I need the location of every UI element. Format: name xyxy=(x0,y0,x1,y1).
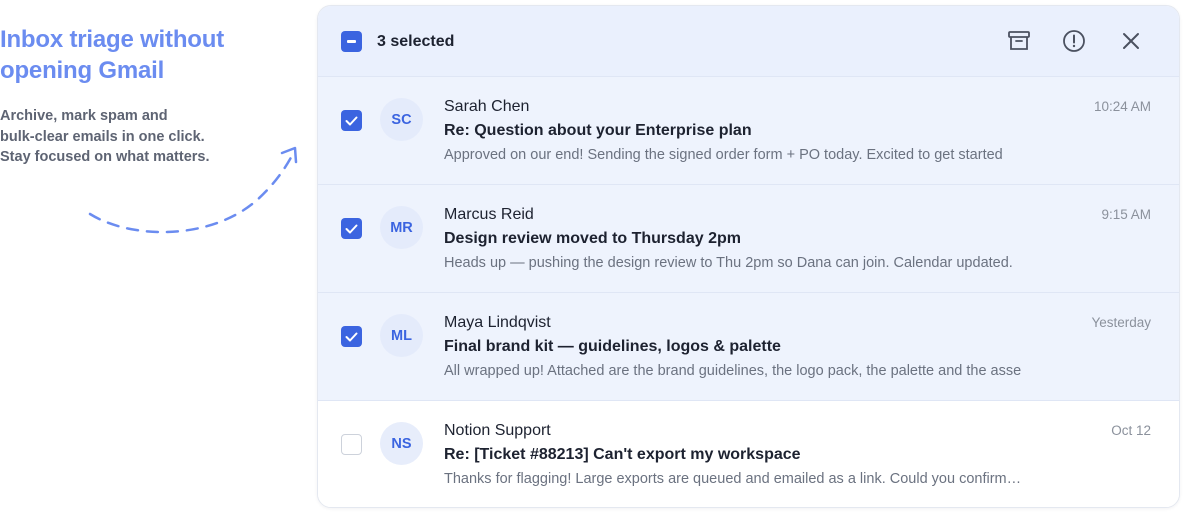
archive-icon xyxy=(1008,31,1030,50)
page: Inbox triage without opening Gmail Archi… xyxy=(0,0,1185,523)
email-subject: Design review moved to Thursday 2pm xyxy=(444,230,741,247)
avatar: ML xyxy=(380,314,423,357)
email-preview: Thanks for flagging! Large exports are q… xyxy=(444,471,1022,487)
email-row[interactable]: MR Marcus Reid Design review moved to Thur… xyxy=(318,185,1179,293)
spam-alert-icon xyxy=(1063,30,1085,52)
promo-title-line: Inbox triage without xyxy=(0,26,224,53)
email-sender: Notion Support xyxy=(444,422,551,439)
email-preview: Heads up — pushing the design review to … xyxy=(444,255,1013,271)
selection-toolbar: 3 selected xyxy=(318,6,1179,77)
indeterminate-dash-icon xyxy=(347,40,356,43)
close-icon xyxy=(1123,33,1139,49)
email-row-checkbox[interactable] xyxy=(341,218,362,239)
email-row-checkbox[interactable] xyxy=(341,434,362,455)
email-time: 10:24 AM xyxy=(1093,99,1151,114)
inbox-panel: 3 selected SC Sarah Chen Re: Question ab… xyxy=(317,5,1180,508)
avatar: MR xyxy=(380,206,423,249)
avatar: SC xyxy=(380,98,423,141)
email-subject: Re: [Ticket #88213] Can't export my work… xyxy=(444,446,801,463)
email-row[interactable]: SC Sarah Chen Re: Question about your Ente… xyxy=(318,77,1179,185)
email-row[interactable]: ML Maya Lindqvist Final brand kit — guidel… xyxy=(318,293,1179,401)
email-time: Oct 12 xyxy=(1111,423,1151,438)
clear-selection-button[interactable] xyxy=(1118,28,1144,54)
archive-button[interactable] xyxy=(1006,28,1032,54)
email-preview: All wrapped up! Attached are the brand g… xyxy=(444,363,1022,379)
email-row-checkbox[interactable] xyxy=(341,110,362,131)
email-list: SC Sarah Chen Re: Question about your Ente… xyxy=(318,77,1179,507)
avatar: NS xyxy=(380,422,423,465)
email-preview: Approved on our end! Sending the signed … xyxy=(444,147,1003,163)
checkmark-icon xyxy=(345,332,358,341)
email-row[interactable]: NS Notion Support Re: [Ticket #88213] Can'… xyxy=(318,401,1179,507)
promo-subtitle-line: Archive, mark spam and xyxy=(0,108,168,124)
promo-title: Inbox triage without opening Gmail xyxy=(0,24,290,86)
selected-count: 3 selected xyxy=(377,33,455,50)
mark-spam-button[interactable] xyxy=(1061,28,1087,54)
promo-title-line: opening Gmail xyxy=(0,57,165,84)
email-sender: Marcus Reid xyxy=(444,206,534,223)
email-time: 9:15 AM xyxy=(1101,207,1151,222)
email-subject: Final brand kit — guidelines, logos & pa… xyxy=(444,338,781,355)
email-sender: Sarah Chen xyxy=(444,98,530,115)
checkmark-icon xyxy=(345,116,358,125)
email-row-checkbox[interactable] xyxy=(341,326,362,347)
email-sender: Maya Lindqvist xyxy=(444,314,551,331)
checkmark-icon xyxy=(345,224,358,233)
select-all-checkbox[interactable] xyxy=(341,31,362,52)
email-subject: Re: Question about your Enterprise plan xyxy=(444,122,752,139)
dashed-arrow-icon xyxy=(88,146,298,234)
email-time: Yesterday xyxy=(1091,315,1151,330)
